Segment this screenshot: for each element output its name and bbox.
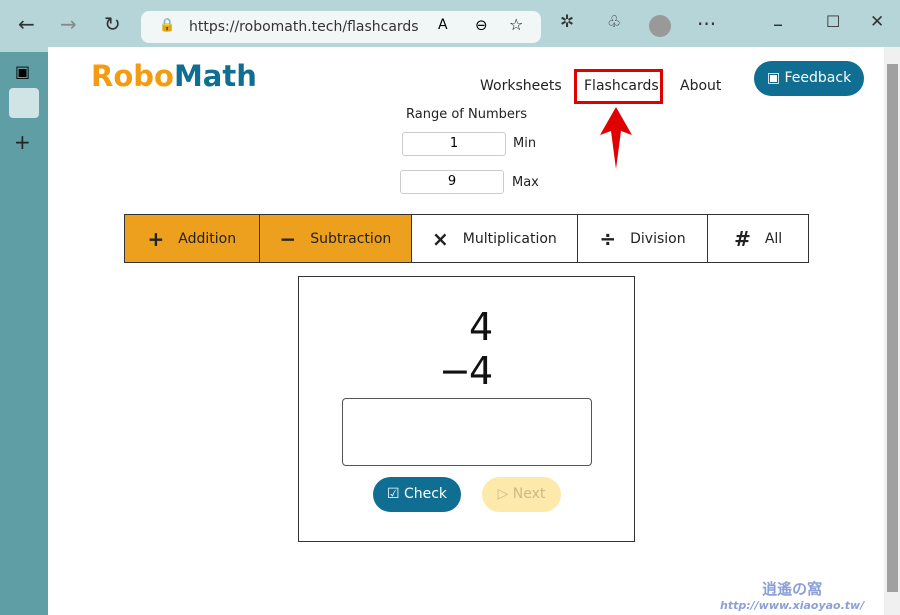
tab-subtraction[interactable]: − Subtraction <box>259 215 413 262</box>
add-tab-icon[interactable]: + <box>14 130 31 154</box>
zoom-out-icon[interactable]: ⊖ <box>475 16 488 34</box>
back-icon[interactable]: ← <box>18 12 35 36</box>
tab-panel-icon[interactable]: ▣ <box>15 62 30 81</box>
answer-input[interactable] <box>342 398 592 466</box>
divide-icon: ÷ <box>599 226 617 251</box>
minimize-icon[interactable]: – <box>773 12 783 36</box>
next-button[interactable]: ▷ Next <box>482 477 561 512</box>
operator: − <box>439 349 471 393</box>
refresh-icon[interactable]: ↻ <box>104 12 121 36</box>
read-aloud-icon[interactable]: A <box>438 17 448 33</box>
bottom-operand: 4 <box>469 349 494 393</box>
more-icon[interactable]: ··· <box>697 12 716 36</box>
extensions-icon[interactable]: ✲ <box>560 12 574 32</box>
min-label: Min <box>513 136 537 151</box>
forward-icon[interactable]: → <box>60 12 77 36</box>
robomath-logo[interactable]: RoboMath <box>91 59 257 93</box>
feedback-button[interactable]: ▣ Feedback <box>754 61 864 96</box>
nav-about[interactable]: About <box>680 78 721 94</box>
max-input[interactable]: 9 <box>400 170 504 194</box>
browser-toolbar: ← → ↻ 🔒 https://robomath.tech/flashcards… <box>0 0 900 52</box>
min-input[interactable]: 1 <box>402 132 506 156</box>
scrollbar-thumb[interactable] <box>887 64 898 592</box>
robot-tab-icon[interactable] <box>9 88 39 118</box>
tab-addition[interactable]: + Addition <box>125 215 260 262</box>
favorite-icon[interactable]: ☆ <box>509 15 523 34</box>
tab-division[interactable]: ÷ Division <box>578 215 709 262</box>
range-title: Range of Numbers <box>406 107 527 122</box>
checkbox-icon: ☑ <box>386 486 404 502</box>
max-label: Max <box>512 175 539 190</box>
hash-icon: # <box>734 226 751 251</box>
profile-avatar[interactable] <box>649 15 671 37</box>
close-icon[interactable]: ✕ <box>870 12 884 32</box>
top-operand: 4 <box>469 305 494 349</box>
red-arrow-icon <box>600 107 632 169</box>
minus-icon: − <box>279 226 297 251</box>
page: RoboMath Worksheets Flashcards About ▣ F… <box>48 47 884 615</box>
maximize-icon[interactable]: ☐ <box>826 12 840 31</box>
lock-icon: 🔒 <box>159 18 176 33</box>
highlight-box <box>574 69 663 104</box>
tab-multiplication[interactable]: × Multiplication <box>412 215 578 262</box>
watermark: 逍遙の窩 http://www.xiaoyao.tw/ <box>720 580 865 612</box>
sidebar: ▣ + <box>0 52 48 615</box>
check-button[interactable]: ☑ Check <box>373 477 461 512</box>
play-icon: ▷ <box>497 486 513 502</box>
plus-icon: + <box>147 226 165 251</box>
flashcard: 4 − 4 ☑ Check ▷ Next <box>298 276 635 542</box>
copilot-icon[interactable]: ♧ <box>607 12 621 31</box>
feedback-icon: ▣ <box>766 70 785 86</box>
operation-tabs: + Addition − Subtraction × Multiplication ÷… <box>124 214 809 263</box>
url-text[interactable]: https://robomath.tech/flashcards <box>189 19 419 35</box>
times-icon: × <box>432 226 449 251</box>
tab-all[interactable]: # All <box>708 215 808 262</box>
address-bar[interactable]: 🔒 https://robomath.tech/flashcards A ⊖ ☆ <box>141 11 541 43</box>
nav-worksheets[interactable]: Worksheets <box>480 78 562 94</box>
